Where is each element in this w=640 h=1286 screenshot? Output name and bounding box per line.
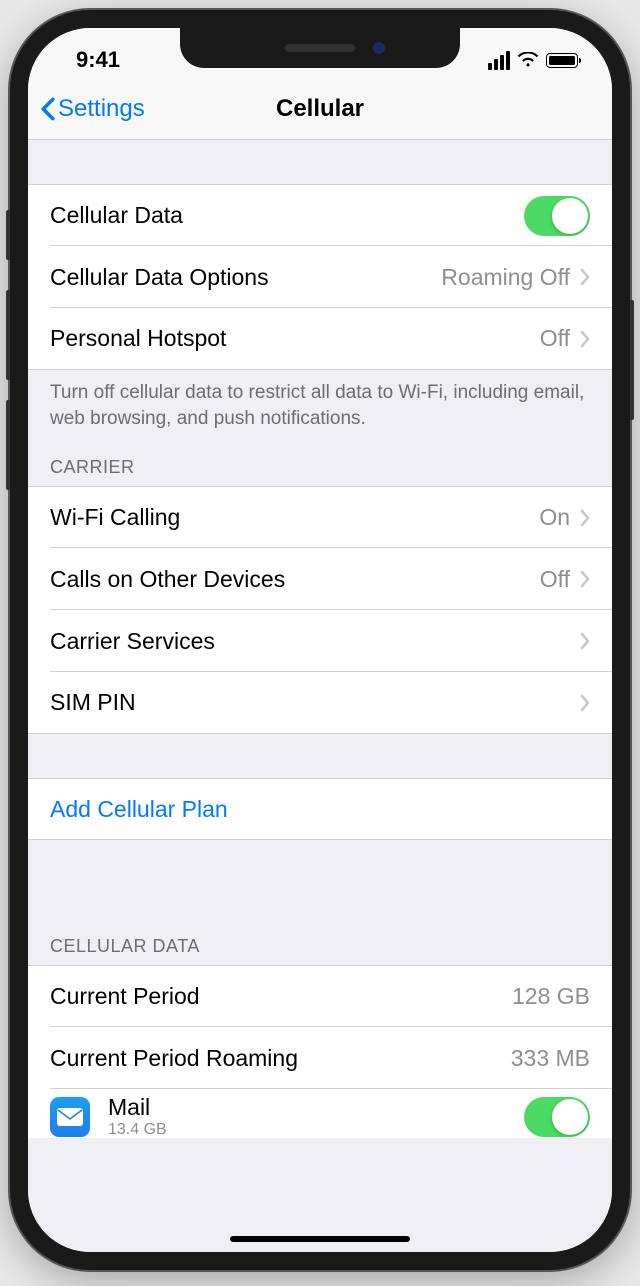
home-indicator[interactable] xyxy=(230,1236,410,1242)
wifi-calling-row[interactable]: Wi-Fi Calling On xyxy=(28,486,612,548)
current-period-value: 128 GB xyxy=(512,983,590,1010)
cellular-data-options-row[interactable]: Cellular Data Options Roaming Off xyxy=(28,246,612,308)
cellular-data-toggle[interactable] xyxy=(524,196,590,236)
cellular-data-header: CELLULAR DATA xyxy=(28,918,612,965)
current-period-roaming-row: Current Period Roaming 333 MB xyxy=(28,1027,612,1089)
carrier-services-label: Carrier Services xyxy=(50,628,580,655)
add-plan-label: Add Cellular Plan xyxy=(50,796,590,823)
status-time: 9:41 xyxy=(76,47,120,73)
sim-pin-row[interactable]: SIM PIN xyxy=(28,672,612,734)
cellular-data-row[interactable]: Cellular Data xyxy=(28,184,612,246)
wifi-icon xyxy=(517,52,539,68)
cellular-signal-icon xyxy=(488,51,510,70)
cellular-data-label: Cellular Data xyxy=(50,202,524,229)
add-cellular-plan-row[interactable]: Add Cellular Plan xyxy=(28,778,612,840)
wifi-calling-detail: On xyxy=(539,504,570,531)
nav-bar: Settings Cellular xyxy=(28,78,612,140)
chevron-right-icon xyxy=(580,509,590,527)
current-period-row: Current Period 128 GB xyxy=(28,965,612,1027)
personal-hotspot-row[interactable]: Personal Hotspot Off xyxy=(28,308,612,370)
back-button[interactable]: Settings xyxy=(40,95,145,123)
hotspot-detail: Off xyxy=(540,325,570,352)
other-devices-label: Calls on Other Devices xyxy=(50,566,540,593)
screen: 9:41 Settings Cellular Cellular Data xyxy=(28,28,612,1252)
hotspot-label: Personal Hotspot xyxy=(50,325,540,352)
notch xyxy=(180,28,460,68)
app-mail-toggle[interactable] xyxy=(524,1097,590,1137)
mail-app-icon xyxy=(50,1097,90,1137)
roaming-value: 333 MB xyxy=(511,1045,590,1072)
calls-other-devices-row[interactable]: Calls on Other Devices Off xyxy=(28,548,612,610)
chevron-right-icon xyxy=(580,268,590,286)
battery-icon xyxy=(546,53,578,68)
cellular-options-detail: Roaming Off xyxy=(441,264,570,291)
content-scroll[interactable]: Cellular Data Cellular Data Options Roam… xyxy=(28,140,612,1252)
current-period-label: Current Period xyxy=(50,983,512,1010)
section-footer: Turn off cellular data to restrict all d… xyxy=(28,370,612,439)
phone-frame: 9:41 Settings Cellular Cellular Data xyxy=(10,10,630,1270)
chevron-right-icon xyxy=(580,330,590,348)
chevron-right-icon xyxy=(580,632,590,650)
cellular-options-label: Cellular Data Options xyxy=(50,264,441,291)
roaming-label: Current Period Roaming xyxy=(50,1045,511,1072)
app-mail-row[interactable]: Mail 13.4 GB xyxy=(28,1089,612,1138)
carrier-header: CARRIER xyxy=(28,439,612,486)
app-usage: 13.4 GB xyxy=(108,1121,524,1139)
sim-pin-label: SIM PIN xyxy=(50,689,580,716)
back-label: Settings xyxy=(58,95,145,123)
other-devices-detail: Off xyxy=(540,566,570,593)
chevron-right-icon xyxy=(580,694,590,712)
wifi-calling-label: Wi-Fi Calling xyxy=(50,504,539,531)
app-name: Mail xyxy=(108,1095,524,1120)
chevron-right-icon xyxy=(580,570,590,588)
carrier-services-row[interactable]: Carrier Services xyxy=(28,610,612,672)
